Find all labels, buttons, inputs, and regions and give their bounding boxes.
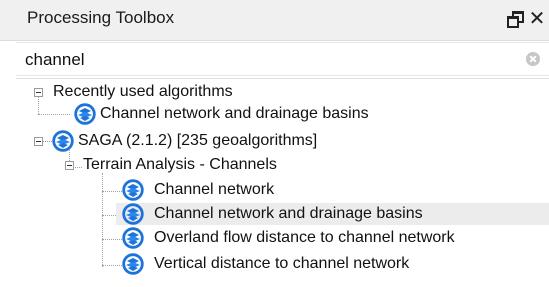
tree-item[interactable]: Vertical distance to channel network — [16, 253, 549, 275]
tree-item-selected[interactable]: Channel network and drainage basins — [116, 203, 549, 225]
group-label: Recently used algorithms — [53, 83, 233, 100]
collapse-icon[interactable] — [65, 161, 74, 170]
tree-group-recently-used[interactable]: Recently used algorithms — [16, 81, 549, 103]
collapse-icon[interactable] — [34, 88, 43, 97]
saga-icon — [122, 179, 144, 201]
tree-item-label: Channel network and drainage basins — [154, 205, 423, 222]
group-label: SAGA (2.1.2) [235 geoalgorithms] — [78, 132, 318, 149]
tree-item-label: Channel network and drainage basins — [100, 105, 369, 122]
algorithm-tree[interactable]: Recently used algorithms Channel network… — [16, 78, 549, 287]
tree-subgroup-terrain-channels[interactable]: Terrain Analysis - Channels — [16, 154, 549, 176]
tree-item[interactable]: Overland flow distance to channel networ… — [16, 227, 549, 249]
tree-item-label: Overland flow distance to channel networ… — [154, 229, 455, 246]
saga-icon — [122, 253, 144, 275]
search-box — [16, 42, 549, 76]
tree-item[interactable]: Channel network and drainage basins — [16, 103, 549, 125]
tree-item-label: Vertical distance to channel network — [154, 255, 410, 272]
float-window-icon[interactable] — [504, 8, 524, 28]
saga-icon — [74, 103, 96, 125]
close-icon[interactable]: ✕ — [527, 7, 547, 29]
saga-icon — [122, 203, 144, 225]
clear-search-icon[interactable] — [526, 52, 540, 66]
tree-item-label: Channel network — [154, 181, 275, 198]
processing-toolbox-panel: Processing Toolbox ✕ Recently used algor… — [0, 0, 549, 287]
panel-titlebar: Processing Toolbox ✕ — [0, 0, 549, 41]
titlebar-buttons: ✕ — [504, 6, 547, 30]
search-input[interactable] — [25, 49, 505, 71]
tree-item[interactable]: Channel network — [16, 179, 549, 201]
subgroup-label: Terrain Analysis - Channels — [83, 156, 277, 173]
tree-group-saga[interactable]: SAGA (2.1.2) [235 geoalgorithms] — [16, 130, 549, 152]
saga-icon — [52, 130, 74, 152]
panel-title: Processing Toolbox — [27, 8, 175, 27]
collapse-icon[interactable] — [34, 137, 43, 146]
saga-icon — [122, 227, 144, 249]
